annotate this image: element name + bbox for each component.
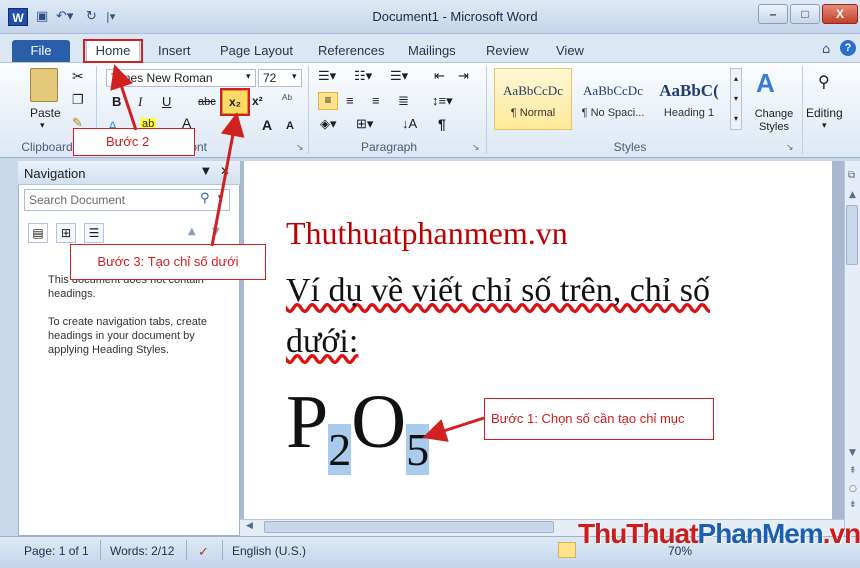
step1-arrow [422, 416, 485, 442]
watermark-part-2: PhanMem [697, 518, 824, 549]
step3-arrow [210, 112, 245, 247]
step2-arrow [110, 64, 138, 131]
annotation-arrows [110, 64, 485, 442]
watermark-part-3: .vn [822, 518, 860, 549]
watermark-logo: ThuThuatPhanMem.vn [578, 518, 860, 550]
watermark-part-1: ThuThuat [578, 518, 699, 549]
